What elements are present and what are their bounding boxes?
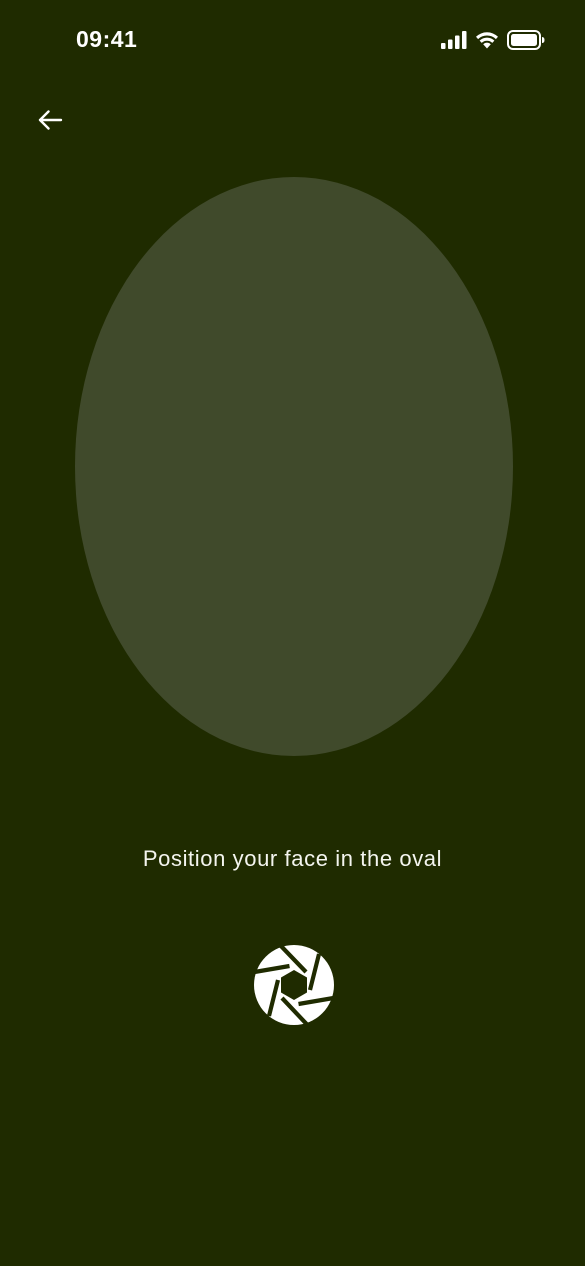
status-icons xyxy=(441,30,545,50)
camera-aperture-icon xyxy=(253,944,335,1026)
back-button[interactable] xyxy=(30,104,70,140)
wifi-icon xyxy=(475,31,499,49)
status-bar: 09:41 xyxy=(0,0,585,80)
battery-icon xyxy=(507,30,545,50)
arrow-left-icon xyxy=(37,109,63,136)
cellular-signal-icon xyxy=(441,31,467,49)
status-time: 09:41 xyxy=(76,26,138,52)
capture-button[interactable] xyxy=(253,944,335,1026)
face-oval-guide xyxy=(75,177,513,756)
instruction-text: Position your face in the oval xyxy=(142,846,443,871)
